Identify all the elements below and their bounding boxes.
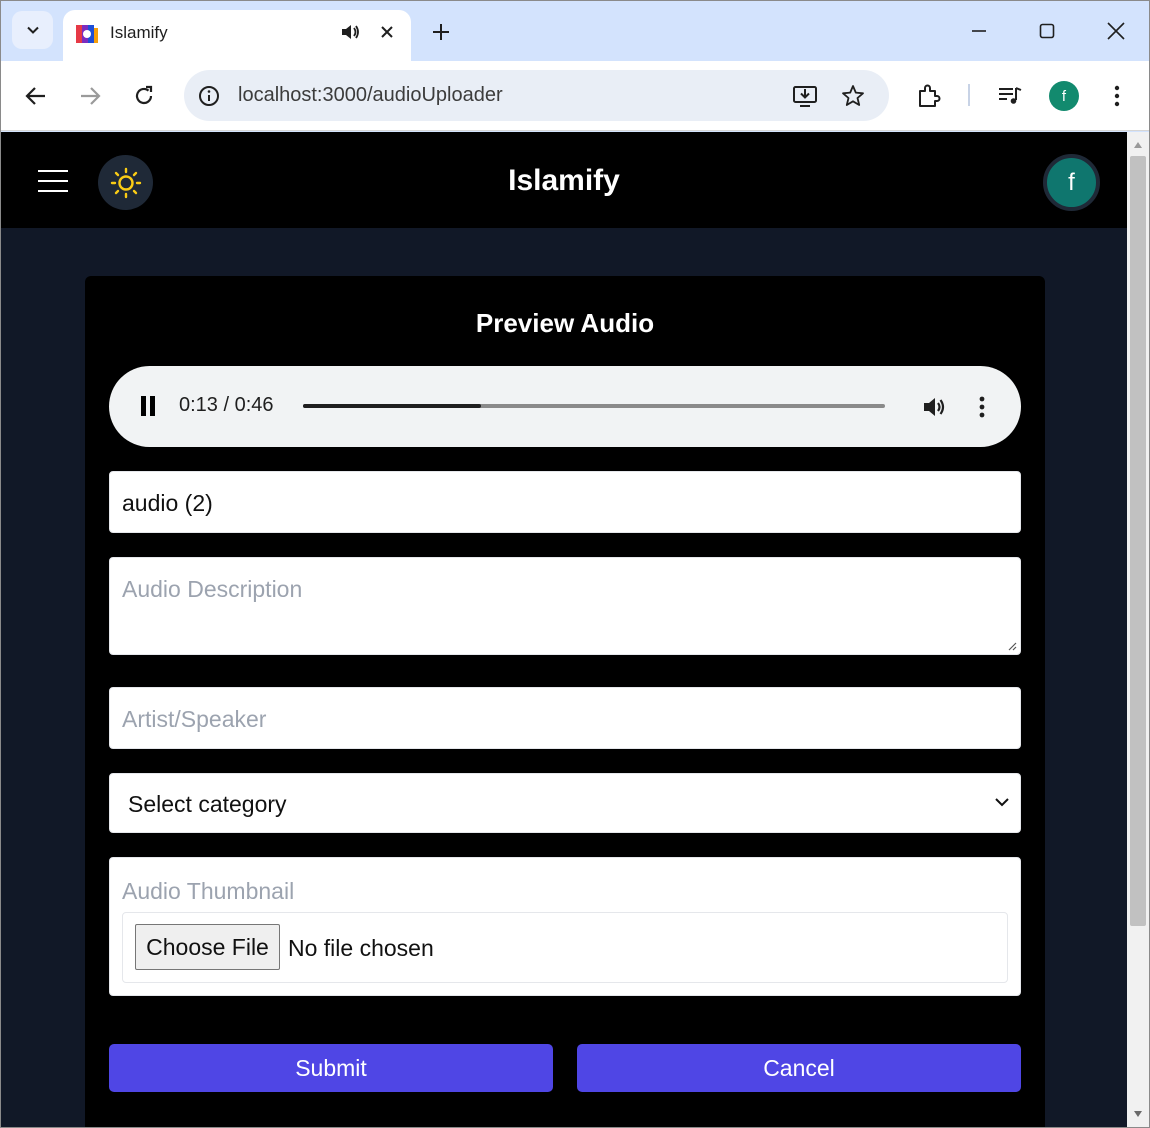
browser-window: Islamify localhost:3000/audioUploader f … xyxy=(0,0,1150,1128)
browser-tab[interactable]: Islamify xyxy=(63,10,411,61)
seek-progress xyxy=(303,404,481,408)
reload-icon xyxy=(135,85,153,105)
info-icon xyxy=(199,86,219,106)
star-icon xyxy=(842,85,864,106)
maximize-button[interactable] xyxy=(1024,15,1070,47)
audio-description-placeholder: Audio Description xyxy=(122,576,303,602)
install-app-icon xyxy=(793,86,817,107)
file-input[interactable]: Choose File No file chosen xyxy=(122,912,1008,983)
audio-title-input[interactable]: audio (2) xyxy=(109,471,1021,533)
file-status-text: No file chosen xyxy=(288,935,434,961)
cancel-button[interactable]: Cancel xyxy=(577,1044,1021,1092)
scroll-down-button[interactable] xyxy=(1133,1109,1143,1119)
pause-icon xyxy=(141,396,146,416)
media-controls-icon xyxy=(999,87,1022,104)
browser-toolbar: localhost:3000/audioUploader f xyxy=(1,61,1149,131)
toolbar-divider xyxy=(968,84,970,106)
minimize-icon xyxy=(972,30,986,32)
new-tab-button[interactable] xyxy=(427,18,455,46)
artist-speaker-placeholder: Artist/Speaker xyxy=(122,706,267,732)
submit-button[interactable]: Submit xyxy=(109,1044,553,1092)
playback-time: 0:13 / 0:46 xyxy=(179,394,274,416)
extensions-icon xyxy=(919,84,941,107)
audio-thumbnail-field: Audio Thumbnail Choose File No file chos… xyxy=(109,857,1021,996)
url-text[interactable]: localhost:3000/audioUploader xyxy=(238,84,503,107)
audio-thumbnail-label: Audio Thumbnail xyxy=(122,878,295,904)
seek-slider[interactable] xyxy=(303,404,885,408)
page-viewport: Islamify f Preview Audio 0:13 / 0:46 aud… xyxy=(1,132,1127,1127)
kebab-menu-icon xyxy=(1114,85,1120,107)
audio-player: 0:13 / 0:46 xyxy=(109,366,1021,447)
browser-menu-button[interactable] xyxy=(1102,81,1132,111)
address-bar[interactable]: localhost:3000/audioUploader xyxy=(184,70,889,121)
forward-button[interactable] xyxy=(75,81,105,111)
volume-icon[interactable] xyxy=(921,394,947,420)
media-controls-button[interactable] xyxy=(995,81,1025,111)
audio-title-value: audio (2) xyxy=(122,490,213,516)
artist-speaker-input[interactable]: Artist/Speaker xyxy=(109,687,1021,749)
audio-description-textarea[interactable]: Audio Description xyxy=(109,557,1021,655)
forward-arrow-icon xyxy=(81,87,101,105)
user-avatar[interactable]: f xyxy=(1043,154,1100,211)
pause-button[interactable] xyxy=(139,396,157,416)
tab-search-button[interactable] xyxy=(12,11,53,49)
close-window-button[interactable] xyxy=(1093,15,1139,47)
player-options-button[interactable] xyxy=(973,394,991,420)
scroll-up-arrow-icon xyxy=(1134,142,1142,148)
upload-card: Preview Audio 0:13 / 0:46 audio (2) Audi… xyxy=(85,276,1045,1127)
tab-title: Islamify xyxy=(110,23,168,42)
islamify-favicon-icon xyxy=(76,25,98,43)
scroll-thumb[interactable] xyxy=(1130,156,1146,926)
site-info-button[interactable] xyxy=(196,83,222,109)
kebab-menu-icon xyxy=(979,396,985,418)
choose-file-button[interactable]: Choose File xyxy=(135,924,280,970)
profile-avatar[interactable]: f xyxy=(1049,81,1079,111)
back-button[interactable] xyxy=(21,81,51,111)
install-app-button[interactable] xyxy=(790,81,820,111)
minimize-button[interactable] xyxy=(956,15,1002,47)
resize-handle-icon[interactable] xyxy=(1005,639,1017,651)
tab-strip: Islamify xyxy=(1,1,1149,61)
tab-search-icon xyxy=(26,26,39,34)
back-arrow-icon xyxy=(25,87,45,105)
card-title: Preview Audio xyxy=(475,308,655,338)
speaker-icon[interactable] xyxy=(339,21,361,43)
scroll-up-button[interactable] xyxy=(1133,140,1143,150)
bookmark-button[interactable] xyxy=(838,81,868,111)
pause-icon-bar xyxy=(150,396,155,416)
category-select[interactable]: Select category xyxy=(109,773,1021,833)
app-navbar: Islamify f xyxy=(1,132,1127,228)
close-icon xyxy=(381,26,393,38)
category-selected-value: Select category xyxy=(128,791,287,817)
page-scrollbar[interactable] xyxy=(1127,132,1149,1127)
chevron-down-icon xyxy=(995,798,1009,807)
scroll-down-arrow-icon xyxy=(1134,1111,1142,1117)
close-tab-button[interactable] xyxy=(375,20,399,44)
extensions-button[interactable] xyxy=(914,81,944,111)
plus-icon xyxy=(433,24,449,40)
app-brand[interactable]: Islamify xyxy=(1,164,1127,198)
maximize-icon xyxy=(1039,23,1055,39)
reload-button[interactable] xyxy=(129,81,159,111)
close-icon xyxy=(1107,22,1125,40)
